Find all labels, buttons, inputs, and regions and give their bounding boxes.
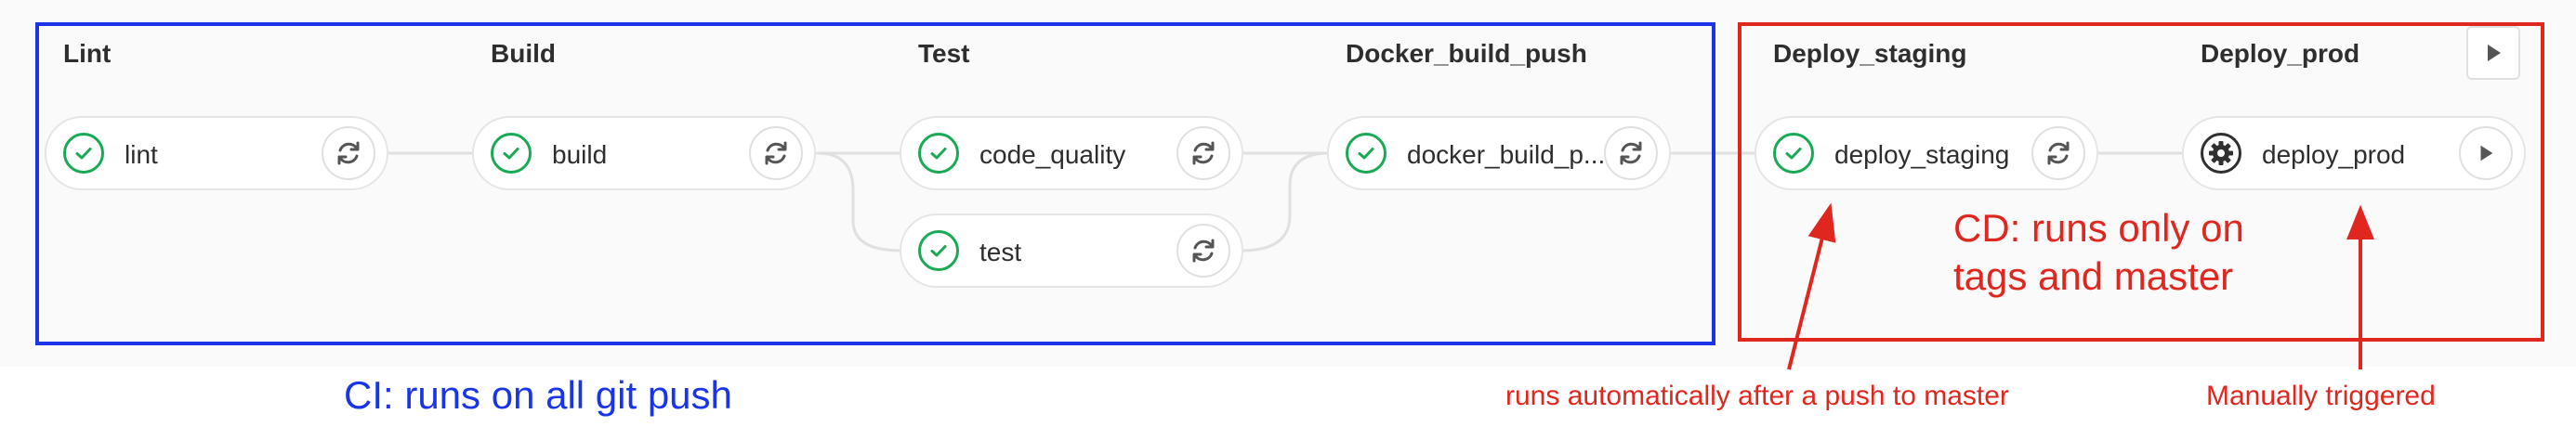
ci-label: CI: runs on all git push: [344, 373, 732, 417]
staging-note: runs automatically after a push to maste…: [1505, 381, 2009, 411]
prod-arrowhead: [2346, 204, 2374, 239]
staging-arrowhead: [1807, 202, 1836, 243]
staging-arrow: [1787, 233, 1825, 370]
cd-label-line1: CD: runs only on: [1953, 206, 2244, 250]
cd-label-line2: tags and master: [1953, 254, 2234, 298]
prod-note: Manually triggered: [2206, 381, 2436, 411]
